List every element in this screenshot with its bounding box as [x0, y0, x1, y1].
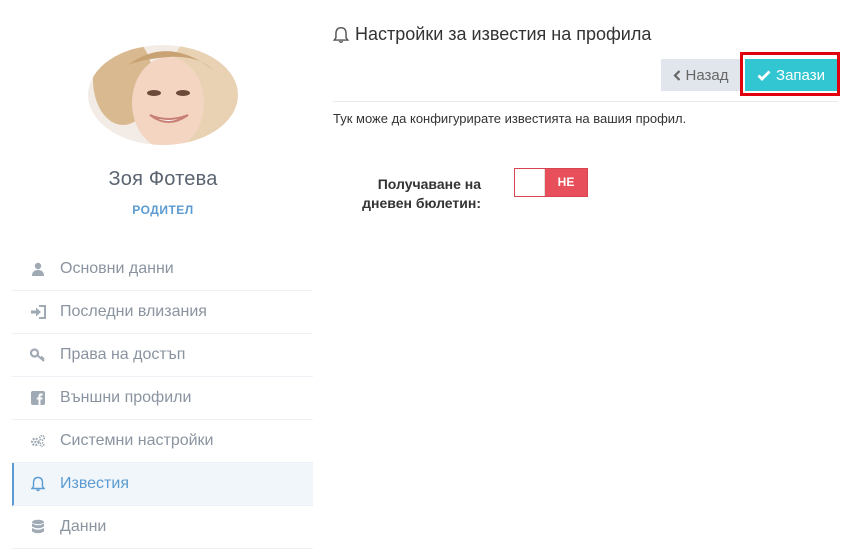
daily-bulletin-toggle[interactable]: НЕ [514, 168, 588, 197]
toggle-state-text: НЕ [557, 175, 575, 189]
sidebar-item-basic-data[interactable]: Основни данни [12, 248, 313, 291]
facebook-icon [30, 390, 46, 406]
save-button-label: Запази [776, 66, 825, 84]
sidebar-item-notifications[interactable]: Известия [12, 463, 313, 506]
page-title: Настройки за известия на профила [333, 24, 651, 45]
toggle-knob [515, 169, 545, 196]
save-button[interactable]: Запази [745, 59, 837, 91]
sidebar-item-label: Права на достъп [60, 346, 186, 363]
sidebar-item-label: Външни профили [60, 389, 192, 406]
sidebar-item-access-rights[interactable]: Права на достъп [12, 334, 313, 377]
user-name: Зоя Фотева [108, 168, 218, 190]
sidebar-item-system-settings[interactable]: Системни настройки [12, 420, 313, 463]
sidebar-item-label: Системни настройки [60, 432, 214, 449]
database-icon [30, 519, 46, 535]
sidebar-item-label: Данни [60, 518, 107, 535]
daily-bulletin-label-line1: Получаване на [377, 176, 481, 192]
avatar-image [88, 45, 238, 145]
sidebar-item-label: Последни влизания [60, 303, 207, 320]
user-role: РОДИТЕЛ [132, 203, 194, 217]
back-button[interactable]: Назад [661, 59, 740, 91]
bell-icon [333, 26, 349, 44]
key-icon [30, 347, 46, 363]
daily-bulletin-label-line2: дневен бюлетин: [362, 195, 481, 211]
sidebar-item-label: Известия [60, 475, 129, 492]
bell-icon [30, 476, 46, 492]
daily-bulletin-label: Получаване на дневен бюлетин: [340, 175, 481, 213]
back-button-label: Назад [685, 66, 729, 84]
settings-description: Тук може да конфигурирате известията на … [333, 111, 687, 126]
cogs-icon [30, 433, 46, 449]
sidebar-item-label: Основни данни [60, 260, 174, 277]
check-icon [757, 70, 771, 81]
sidebar-item-data[interactable]: Данни [12, 506, 313, 549]
profile-sidebar: Зоя Фотева РОДИТЕЛ Основни данни Последн… [0, 0, 330, 549]
sidebar-item-recent-logins[interactable]: Последни влизания [12, 291, 313, 334]
sidebar-item-external-profiles[interactable]: Външни профили [12, 377, 313, 420]
divider [333, 101, 838, 102]
chevron-left-icon [672, 69, 681, 81]
user-icon [30, 261, 46, 277]
page-title-text: Настройки за известия на профила [355, 24, 652, 44]
sign-in-icon [30, 304, 46, 320]
profile-menu: Основни данни Последни влизания Права на… [12, 248, 313, 549]
avatar [88, 45, 238, 145]
